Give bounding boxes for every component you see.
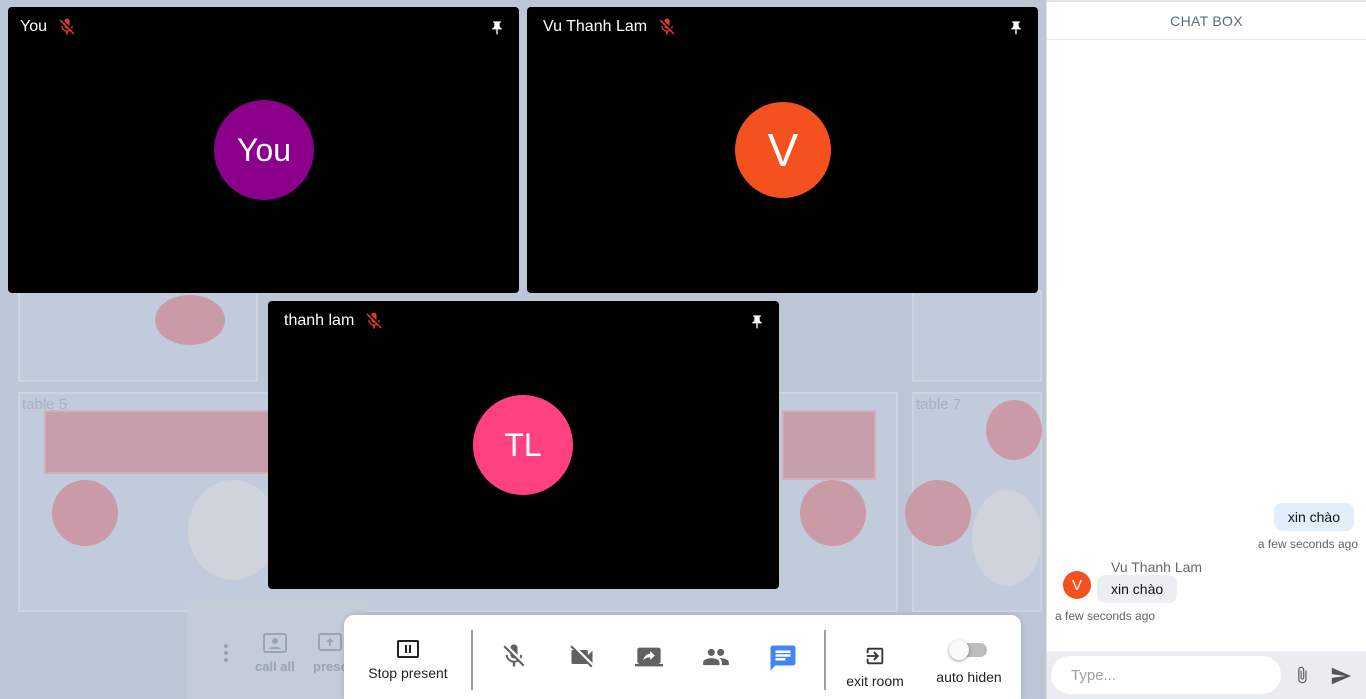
pin-icon[interactable] bbox=[749, 313, 765, 331]
people-icon bbox=[703, 648, 729, 666]
tile-name-row: thanh lam bbox=[284, 311, 384, 331]
toggle-camera-button[interactable] bbox=[562, 643, 602, 671]
send-icon[interactable] bbox=[1329, 665, 1353, 687]
chat-input[interactable] bbox=[1051, 656, 1281, 694]
video-tile-you[interactable]: You You bbox=[8, 7, 519, 293]
present-icon bbox=[318, 633, 343, 651]
stop-present-label: Stop present bbox=[368, 665, 448, 681]
auto-hide-label: auto hiden bbox=[936, 669, 1002, 685]
exit-icon bbox=[866, 647, 884, 665]
pin-icon[interactable] bbox=[1008, 19, 1024, 37]
chat-input-bar bbox=[1047, 651, 1366, 699]
camera-off-icon bbox=[570, 645, 593, 668]
video-tile-thanh-lam[interactable]: thanh lam TL bbox=[268, 301, 779, 589]
tile-name-row: Vu Thanh Lam bbox=[543, 17, 677, 37]
stop-present-icon bbox=[397, 640, 419, 658]
exit-room-label: exit room bbox=[846, 673, 904, 689]
switch-knob bbox=[949, 640, 969, 660]
participant-name: You bbox=[20, 18, 47, 35]
video-tile-vu-thanh-lam[interactable]: Vu Thanh Lam V bbox=[527, 7, 1038, 293]
secondary-toolbar: call all prese bbox=[187, 599, 367, 699]
attach-icon[interactable] bbox=[1293, 663, 1311, 687]
meeting-controls: Stop present exit room auto hiden bbox=[344, 615, 1021, 699]
share-screen-button[interactable] bbox=[629, 643, 669, 671]
exit-room-button[interactable]: exit room bbox=[840, 645, 910, 689]
call-all-label: call all bbox=[255, 659, 295, 674]
stop-present-button[interactable]: Stop present bbox=[358, 639, 458, 681]
participants-button[interactable] bbox=[696, 643, 736, 671]
mic-off-icon bbox=[659, 18, 675, 35]
controls-divider bbox=[824, 630, 826, 690]
controls-divider bbox=[471, 630, 473, 690]
participant-avatar: You bbox=[214, 100, 314, 200]
participant-avatar: TL bbox=[473, 395, 573, 495]
chat-icon bbox=[770, 645, 796, 671]
present-button[interactable]: prese bbox=[313, 633, 348, 674]
auto-hide-toggle[interactable]: auto hiden bbox=[928, 640, 1010, 685]
mic-off-icon bbox=[503, 644, 525, 667]
my-message-time: a few seconds ago bbox=[1257, 537, 1358, 551]
auto-hide-switch[interactable] bbox=[949, 640, 987, 660]
contact-card-icon bbox=[262, 633, 287, 653]
tile-name-row: You bbox=[20, 17, 77, 37]
mic-off-icon bbox=[366, 312, 382, 329]
more-vert-icon[interactable] bbox=[223, 643, 229, 663]
screen-share-icon bbox=[635, 647, 663, 667]
sender-avatar: V bbox=[1063, 571, 1091, 599]
chat-panel: CHAT BOX xin chào a few seconds ago Vu T… bbox=[1046, 0, 1366, 699]
chat-button[interactable] bbox=[763, 643, 803, 673]
toggle-mic-button[interactable] bbox=[494, 641, 534, 671]
pin-icon[interactable] bbox=[489, 19, 505, 37]
participant-name: Vu Thanh Lam bbox=[543, 18, 648, 35]
my-message-bubble: xin chào bbox=[1273, 503, 1354, 531]
chat-title: CHAT BOX bbox=[1047, 2, 1366, 40]
present-label: prese bbox=[313, 659, 348, 674]
other-message-bubble: xin chào bbox=[1097, 575, 1178, 603]
participant-name: thanh lam bbox=[284, 312, 355, 329]
mic-off-icon bbox=[59, 18, 75, 35]
call-all-button[interactable]: call all bbox=[255, 633, 295, 674]
participant-avatar: V bbox=[735, 102, 831, 198]
sender-name: Vu Thanh Lam bbox=[1111, 559, 1203, 575]
other-message-time: a few seconds ago bbox=[1055, 609, 1156, 623]
